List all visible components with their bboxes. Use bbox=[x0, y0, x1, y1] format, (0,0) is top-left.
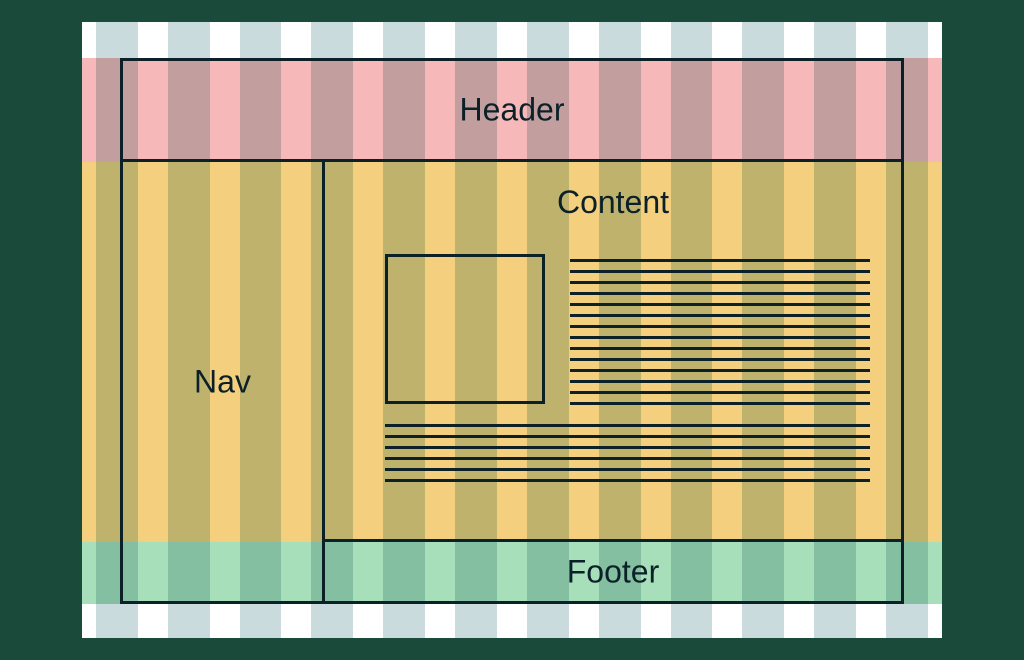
image-placeholder bbox=[385, 254, 545, 404]
text-line bbox=[570, 259, 870, 262]
text-line bbox=[570, 314, 870, 317]
header-label: Header bbox=[460, 92, 565, 129]
text-line bbox=[570, 380, 870, 383]
text-line bbox=[570, 303, 870, 306]
nav-label: Nav bbox=[194, 363, 251, 400]
footer-region: Footer bbox=[322, 539, 904, 604]
text-line bbox=[570, 347, 870, 350]
text-line bbox=[570, 292, 870, 295]
text-line bbox=[385, 435, 870, 438]
text-line bbox=[385, 424, 870, 427]
text-line bbox=[385, 479, 870, 482]
nav-region: Nav bbox=[120, 159, 325, 604]
text-line bbox=[570, 391, 870, 394]
text-line bbox=[570, 336, 870, 339]
text-line bbox=[570, 325, 870, 328]
footer-label: Footer bbox=[567, 553, 659, 590]
text-line bbox=[385, 457, 870, 460]
text-lines-right bbox=[570, 259, 870, 405]
text-line bbox=[570, 270, 870, 273]
text-line bbox=[570, 402, 870, 405]
text-line bbox=[570, 358, 870, 361]
text-line bbox=[570, 281, 870, 284]
header-region: Header bbox=[120, 58, 904, 162]
text-line bbox=[385, 468, 870, 471]
layout-diagram: Header Nav Content bbox=[82, 22, 942, 638]
content-region: Content bbox=[322, 159, 904, 542]
text-line bbox=[385, 446, 870, 449]
text-lines-full bbox=[385, 424, 870, 482]
text-line bbox=[570, 369, 870, 372]
content-label: Content bbox=[557, 184, 669, 221]
